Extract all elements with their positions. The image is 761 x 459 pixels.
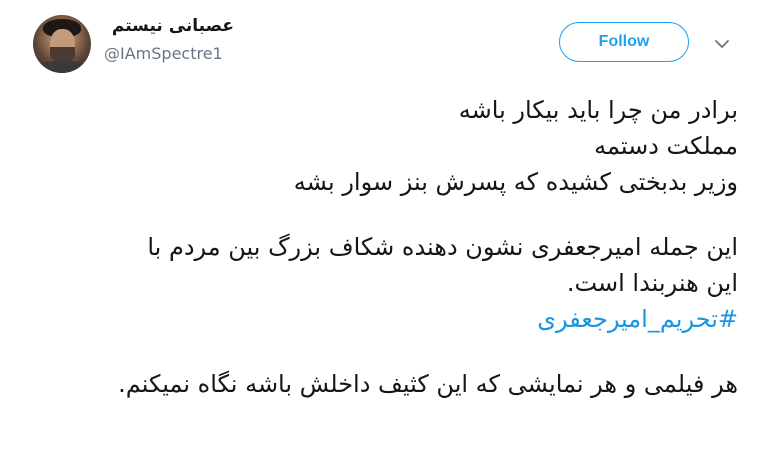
tweet-header: عصبانی نیستم @IAmSpectre1 Follow bbox=[0, 0, 761, 90]
tweet-line: مملکت دستمه bbox=[594, 132, 738, 160]
tweet-line: وزیر بدبختی کشیده که پسرش بنز سوار بشه bbox=[293, 168, 738, 196]
chevron-down-icon[interactable] bbox=[714, 36, 730, 52]
tweet-line: برادر من چرا باید بیکار باشه bbox=[458, 96, 738, 124]
display-name[interactable]: عصبانی نیستم bbox=[104, 16, 234, 36]
avatar-shoulder bbox=[33, 61, 91, 73]
tweet-line: این جمله امیرجعفری نشون دهنده شکاف بزرگ … bbox=[147, 233, 738, 261]
tweet-line: این هنربندا است. bbox=[566, 269, 738, 297]
follow-button[interactable]: Follow bbox=[559, 22, 689, 62]
user-handle[interactable]: @IAmSpectre1 bbox=[104, 44, 223, 63]
hashtag-link[interactable]: #تحریم_امیرجعفری bbox=[30, 301, 738, 337]
tweet-text: برادر من چرا باید بیکار باشه مملکت دستمه… bbox=[30, 92, 738, 402]
avatar[interactable] bbox=[33, 15, 91, 73]
tweet-line: هر فیلمی و هر نمایشی که این کثیف داخلش ب… bbox=[118, 370, 738, 398]
